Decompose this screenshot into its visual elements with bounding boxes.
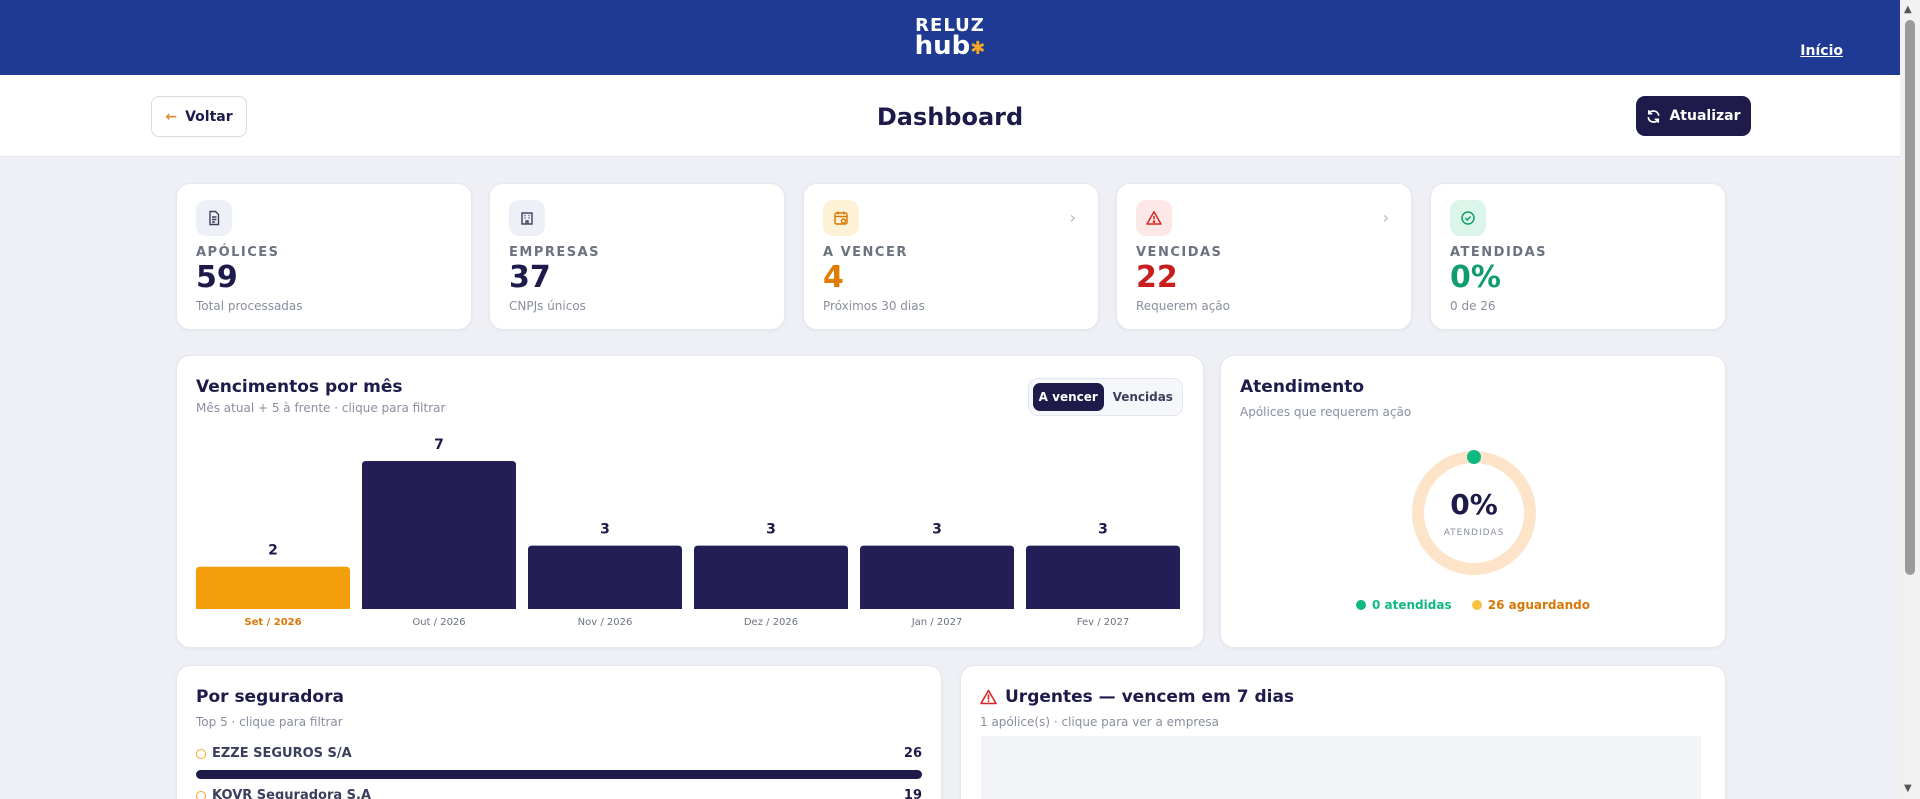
stat-card-empresas: EMPRESAS 37 CNPJs únicos: [489, 183, 785, 330]
stat-label: A VENCER: [823, 245, 908, 260]
top-navbar: RELUZ hub✱ Início: [0, 0, 1900, 75]
chart-bar[interactable]: [1026, 545, 1180, 609]
atendimento-panel: Atendimento Apólices que requerem ação 0…: [1220, 355, 1726, 648]
seguradora-row[interactable]: EZZE SEGUROS S/A 26: [196, 746, 922, 786]
green-dot-icon: [1356, 600, 1367, 610]
refresh-button[interactable]: Atualizar: [1636, 96, 1751, 136]
chart-category-label: Dez / 2026: [744, 617, 798, 628]
urgentes-subtitle: 1 apólice(s) · clique para ver a empresa: [980, 715, 1219, 729]
scroll-up-icon[interactable]: ▲: [1904, 4, 1912, 15]
urgentes-panel: Urgentes — vencem em 7 dias 1 apólice(s)…: [960, 665, 1726, 799]
vencimentos-panel: Vencimentos por mês Mês atual + 5 à fren…: [176, 355, 1204, 648]
yellow-dot-icon: [1471, 600, 1482, 610]
building-icon: [509, 200, 545, 236]
stat-value: 0%: [1450, 260, 1501, 295]
check-circle-icon: [1450, 200, 1486, 236]
stat-card-ap-lices: APÓLICES 59 Total processadas: [176, 183, 472, 330]
calendar-clock-icon: [823, 200, 859, 236]
stat-label: APÓLICES: [196, 245, 280, 260]
chart-category-label: Nov / 2026: [578, 617, 633, 628]
stat-subtext: CNPJs únicos: [509, 299, 586, 313]
stat-subtext: Próximos 30 dias: [823, 299, 925, 313]
refresh-icon: [1647, 109, 1660, 123]
seguradora-name: KOVR Seguradora S.A: [212, 788, 372, 799]
chart-value-label: 3: [600, 522, 610, 538]
chart-bar[interactable]: [528, 545, 682, 609]
stat-value: 37: [509, 260, 551, 295]
seguradora-row[interactable]: KOVR Seguradora S.A 19: [196, 788, 922, 799]
atendimento-percent: 0%: [1450, 488, 1498, 521]
chevron-right-icon: ›: [1382, 208, 1389, 227]
reluz-hub-logo[interactable]: RELUZ hub✱: [914, 16, 986, 61]
scroll-down-icon[interactable]: ▼: [1904, 783, 1912, 794]
legend-aguardando-label: 26 aguardando: [1487, 598, 1590, 612]
seguradora-title: Por seguradora: [196, 687, 344, 707]
stat-card-atendidas: ATENDIDAS 0% 0 de 26: [1430, 183, 1726, 330]
document-icon: [196, 200, 232, 236]
urgent-item-redacted[interactable]: [981, 736, 1701, 799]
legend-atendidas-label: 0 atendidas: [1372, 598, 1452, 612]
seguradora-name: EZZE SEGUROS S/A: [212, 746, 352, 761]
chart-category-label: Fev / 2027: [1077, 617, 1129, 628]
chart-category-label: Out / 2026: [412, 617, 465, 628]
stat-subtext: Total processadas: [196, 299, 303, 313]
logo-text-bottom: hub: [914, 30, 971, 61]
legend-aguardando: 26 aguardando: [1471, 598, 1590, 612]
stat-value: 22: [1136, 260, 1178, 295]
page-header: ← Voltar Dashboard Atualizar: [0, 75, 1900, 157]
donut-progress-dot: [1467, 450, 1481, 464]
chart-value-label: 2: [268, 543, 278, 559]
scrollbar-thumb[interactable]: [1905, 20, 1915, 575]
seguradora-count: 26: [903, 746, 922, 761]
chart-bar[interactable]: [860, 545, 1014, 609]
chart-value-label: 7: [434, 437, 444, 453]
chart-category-label: Jan / 2027: [911, 617, 963, 628]
stat-subtext: 0 de 26: [1450, 299, 1496, 313]
stat-label: ATENDIDAS: [1450, 245, 1548, 260]
chart-bar[interactable]: [694, 545, 848, 609]
circle-icon: [196, 748, 206, 759]
legend-atendidas: 0 atendidas: [1356, 598, 1452, 612]
page-scrollbar[interactable]: ▲ ▼: [1900, 0, 1920, 799]
chart-value-label: 3: [766, 522, 776, 538]
chevron-right-icon: ›: [1069, 208, 1076, 227]
seguradora-count: 19: [903, 788, 922, 799]
chart-value-label: 3: [1098, 522, 1108, 538]
stat-label: EMPRESAS: [509, 245, 601, 260]
atendimento-percent-label: ATENDIDAS: [1443, 528, 1505, 538]
stat-label: VENCIDAS: [1136, 245, 1223, 260]
circle-icon: [196, 790, 206, 799]
stat-card-a-vencer[interactable]: › A VENCER 4 Próximos 30 dias: [803, 183, 1099, 330]
stat-value: 59: [196, 260, 238, 295]
vencimentos-bar-chart: 2 Set / 2026 7 Out / 2026 3 Nov / 2026 3 Dez / …: [196, 437, 1180, 628]
urgentes-header: Urgentes — vencem em 7 dias: [980, 687, 1294, 707]
seguradora-bar: [196, 770, 922, 779]
warning-icon: [1136, 200, 1172, 236]
nav-home-link[interactable]: Início: [1800, 43, 1843, 59]
page-title: Dashboard: [876, 103, 1024, 131]
refresh-button-label: Atualizar: [1669, 108, 1741, 124]
stat-subtext: Requerem ação: [1136, 299, 1230, 313]
seguradora-subtitle: Top 5 · clique para filtrar: [196, 715, 343, 729]
stat-card-vencidas[interactable]: › VENCIDAS 22 Requerem ação: [1116, 183, 1412, 330]
stat-value: 4: [823, 260, 844, 295]
chart-bar[interactable]: [196, 566, 350, 609]
warning-icon: [980, 689, 997, 705]
gear-icon: ✱: [970, 37, 986, 59]
atendimento-legend: 0 atendidas 26 aguardando: [1221, 598, 1725, 613]
chart-category-label: Set / 2026: [244, 617, 301, 628]
chart-bar[interactable]: [362, 461, 516, 609]
seguradora-panel: Por seguradora Top 5 · clique para filtr…: [176, 665, 942, 799]
chart-value-label: 3: [932, 522, 942, 538]
urgentes-title: Urgentes — vencem em 7 dias: [1005, 687, 1295, 707]
